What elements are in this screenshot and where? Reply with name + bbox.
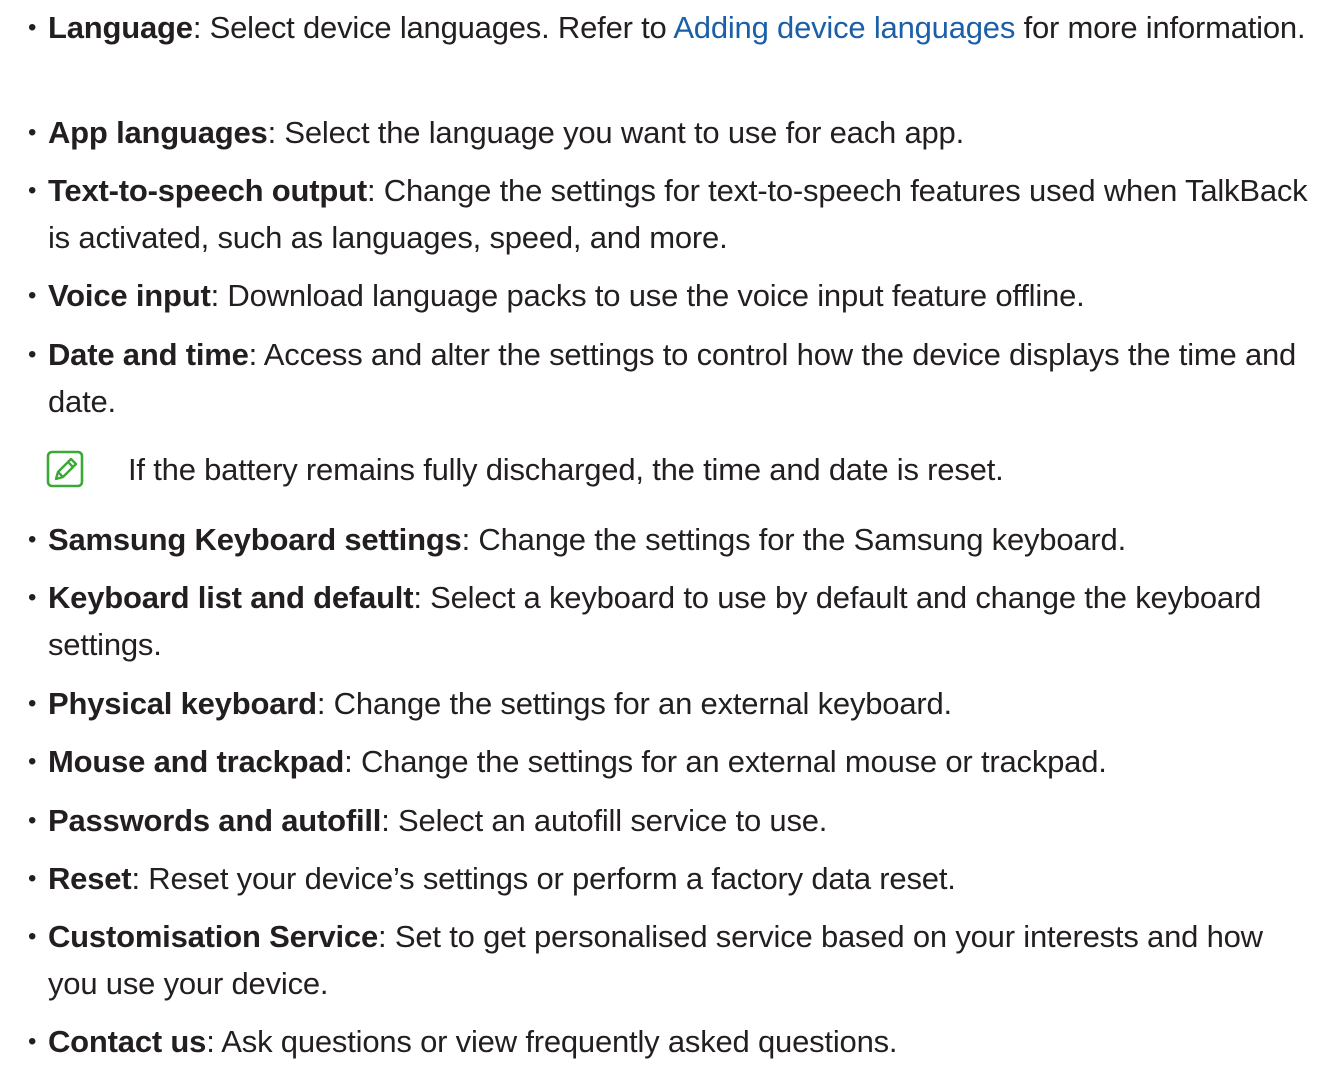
item-label: Voice input xyxy=(48,278,211,313)
list-item-text: Reset: Reset your device’s settings or p… xyxy=(48,855,1313,902)
list-item-text: Voice input: Download language packs to … xyxy=(48,272,1313,319)
adding-device-languages-link[interactable]: Adding device languages xyxy=(673,10,1015,45)
item-description: : Change the settings for the Samsung ke… xyxy=(461,522,1127,557)
item-label: App languages xyxy=(48,115,268,150)
bullet-icon: • xyxy=(28,865,37,892)
item-label: Customisation Service xyxy=(48,919,379,954)
bullet-icon: • xyxy=(28,177,37,204)
item-label: Contact us xyxy=(48,1024,207,1059)
item-description: : Ask questions or view frequently asked… xyxy=(206,1024,898,1059)
bullet-icon: • xyxy=(28,14,37,41)
item-label: Text-to-speech output xyxy=(48,173,367,208)
list-item-text: Passwords and autofill: Select an autofi… xyxy=(48,797,1313,844)
bullet-icon: • xyxy=(28,807,37,834)
list-item-text: Samsung Keyboard settings: Change the se… xyxy=(48,516,1313,563)
document-page: • Language: Select device languages. Ref… xyxy=(0,0,1330,1070)
item-label: Mouse and trackpad xyxy=(48,744,345,779)
list-item-text: Text-to-speech output: Change the settin… xyxy=(48,167,1313,261)
item-description-end: for more information. xyxy=(1015,10,1306,45)
bullet-icon: • xyxy=(28,584,37,611)
bullet-icon: • xyxy=(28,748,37,775)
item-description: : Select the language you want to use fo… xyxy=(267,115,965,150)
item-label: Keyboard list and default xyxy=(48,580,414,615)
item-description: : Select an autofill service to use. xyxy=(381,803,828,838)
bullet-icon: • xyxy=(28,923,37,950)
list-item-text: App languages: Select the language you w… xyxy=(48,109,1313,156)
item-label: Language xyxy=(48,10,193,45)
item-label: Reset xyxy=(48,861,132,896)
list-item-text: Physical keyboard: Change the settings f… xyxy=(48,680,1313,727)
bullet-icon: • xyxy=(28,1028,37,1055)
item-description: : Select device languages. Refer to xyxy=(192,10,674,45)
bullet-icon: • xyxy=(28,282,37,309)
item-description: : Reset your device’s settings or perfor… xyxy=(131,861,956,896)
item-label: Physical keyboard xyxy=(48,686,317,721)
item-description: : Download language packs to use the voi… xyxy=(210,278,1085,313)
bullet-icon: • xyxy=(28,341,37,368)
item-label: Samsung Keyboard settings xyxy=(48,522,462,557)
item-label: Passwords and autofill xyxy=(48,803,382,838)
list-item-text: Mouse and trackpad: Change the settings … xyxy=(48,738,1313,785)
item-label: Date and time xyxy=(48,337,249,372)
item-description: : Change the settings for an external ke… xyxy=(316,686,952,721)
bullet-icon: • xyxy=(28,119,37,146)
list-item-text: Keyboard list and default: Select a keyb… xyxy=(48,574,1313,668)
list-item-text: Date and time: Access and alter the sett… xyxy=(48,331,1313,425)
list-item-text: Language: Select device languages. Refer… xyxy=(48,4,1313,51)
note-pencil-icon xyxy=(46,450,84,488)
bullet-icon: • xyxy=(28,690,37,717)
note-text: If the battery remains fully discharged,… xyxy=(128,452,1004,487)
item-description: : Change the settings for an external mo… xyxy=(344,744,1107,779)
list-item-text: Customisation Service: Set to get person… xyxy=(48,913,1313,1007)
bullet-icon: • xyxy=(28,526,37,553)
date-time-note: If the battery remains fully discharged,… xyxy=(46,446,1316,493)
list-item-text: Contact us: Ask questions or view freque… xyxy=(48,1018,1313,1065)
